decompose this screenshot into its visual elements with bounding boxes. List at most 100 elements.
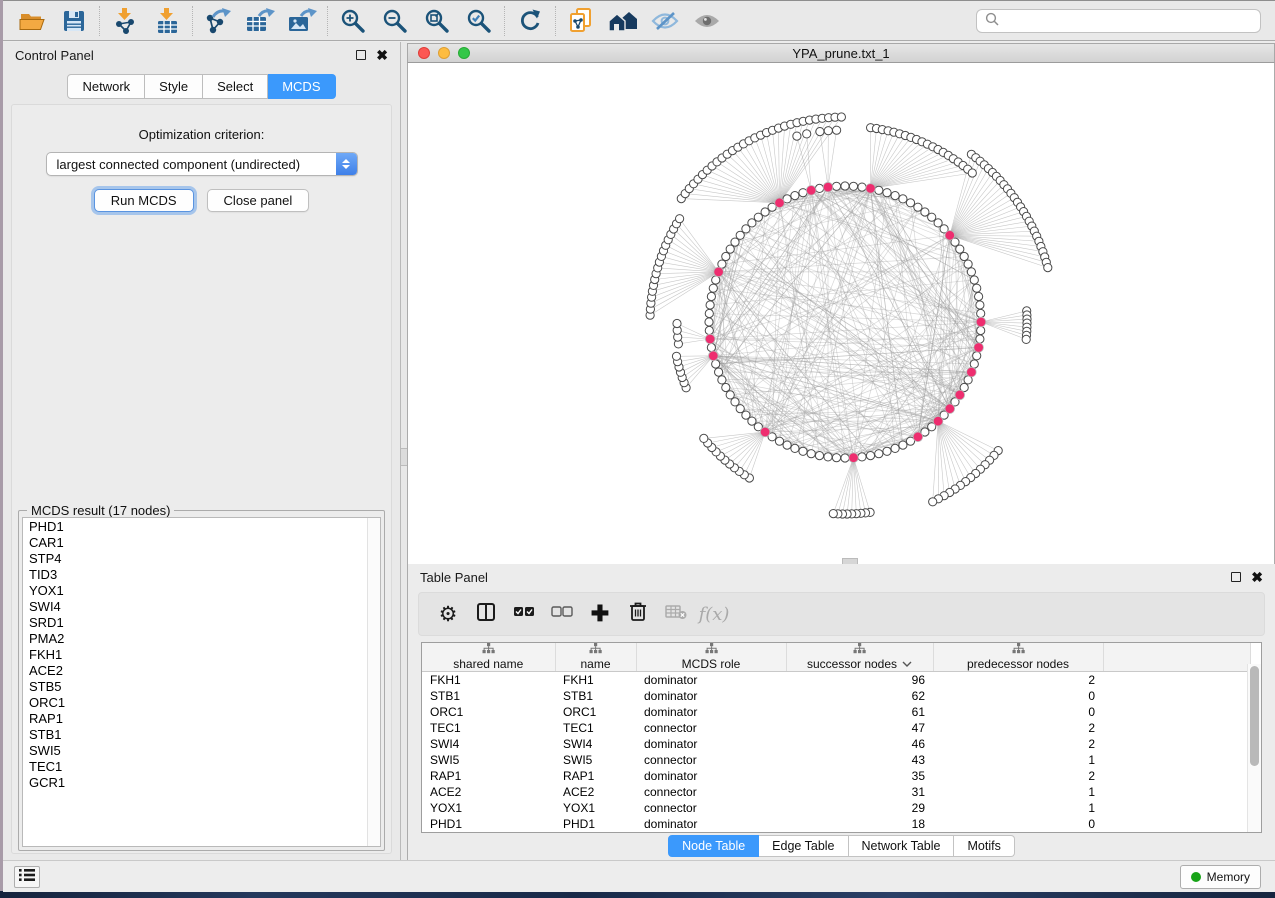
show-all-button[interactable] bbox=[686, 4, 728, 38]
table-row[interactable]: ORC1ORC1dominator610 bbox=[422, 704, 1251, 720]
mcds-result-list[interactable]: PHD1CAR1STP4TID3YOX1SWI4SRD1PMA2FKH1ACE2… bbox=[22, 517, 381, 847]
list-scrollbar[interactable] bbox=[367, 518, 380, 846]
toolbar-separator bbox=[555, 6, 556, 36]
list-item[interactable]: STP4 bbox=[23, 550, 380, 566]
list-item[interactable]: TID3 bbox=[23, 566, 380, 582]
task-history-button[interactable] bbox=[14, 866, 40, 888]
column-type-icon bbox=[589, 643, 602, 654]
table-row[interactable]: SWI5SWI5connector431 bbox=[422, 752, 1251, 768]
list-item[interactable]: GCR1 bbox=[23, 774, 380, 790]
cell-successors: 47 bbox=[786, 720, 933, 736]
tab-edge-table[interactable]: Edge Table bbox=[759, 835, 848, 857]
list-item[interactable]: STB1 bbox=[23, 726, 380, 742]
close-panel-icon[interactable]: ✖ bbox=[376, 48, 388, 62]
network-window: YPA_prune.txt_1 bbox=[407, 43, 1275, 564]
horizontal-splitter-grip[interactable] bbox=[842, 558, 858, 564]
list-item[interactable]: SRD1 bbox=[23, 614, 380, 630]
refresh-icon bbox=[517, 8, 543, 34]
column-header-name[interactable]: name bbox=[555, 643, 636, 672]
search-icon bbox=[985, 12, 999, 31]
list-item[interactable]: ACE2 bbox=[23, 662, 380, 678]
table-row[interactable]: PHD1PHD1dominator180 bbox=[422, 816, 1251, 832]
table-row[interactable]: FKH1FKH1dominator962 bbox=[422, 672, 1251, 688]
table-toolbar: ⚙ ✚ bbox=[418, 592, 1265, 636]
search-input[interactable] bbox=[1005, 14, 1252, 28]
cell-shared_name: ORC1 bbox=[422, 704, 555, 720]
zoom-selected-button[interactable] bbox=[458, 4, 500, 38]
list-item[interactable]: STB5 bbox=[23, 678, 380, 694]
table-row[interactable]: TEC1TEC1connector472 bbox=[422, 720, 1251, 736]
zoom-fit-button[interactable] bbox=[416, 4, 458, 38]
cell-role: connector bbox=[636, 752, 786, 768]
zoom-in-button[interactable] bbox=[332, 4, 374, 38]
table-row[interactable]: ACE2ACE2connector311 bbox=[422, 784, 1251, 800]
table-settings-button[interactable]: ⚙ bbox=[433, 599, 463, 629]
cell-predecessors: 0 bbox=[933, 704, 1103, 720]
table-scrollbar[interactable] bbox=[1247, 664, 1261, 832]
table-row[interactable]: SWI4SWI4dominator462 bbox=[422, 736, 1251, 752]
deselect-all-button[interactable] bbox=[547, 599, 577, 629]
export-image-button[interactable] bbox=[281, 4, 323, 38]
export-table-button[interactable] bbox=[239, 4, 281, 38]
table-row[interactable]: RAP1RAP1dominator352 bbox=[422, 768, 1251, 784]
network-titlebar[interactable]: YPA_prune.txt_1 bbox=[407, 43, 1275, 63]
cell-role: dominator bbox=[636, 688, 786, 704]
zoom-out-button[interactable] bbox=[374, 4, 416, 38]
column-header-successor-nodes[interactable]: successor nodes bbox=[786, 643, 933, 672]
import-network-button[interactable] bbox=[104, 4, 146, 38]
add-column-button[interactable]: ✚ bbox=[585, 599, 615, 629]
cell-shared_name: RAP1 bbox=[422, 768, 555, 784]
list-item[interactable]: CAR1 bbox=[23, 534, 380, 550]
first-neighbors-button[interactable] bbox=[602, 4, 644, 38]
open-session-button[interactable] bbox=[11, 4, 53, 38]
scrollbar-thumb[interactable] bbox=[1250, 666, 1259, 766]
tab-node-table[interactable]: Node Table bbox=[668, 835, 759, 857]
cell-shared_name: ACE2 bbox=[422, 784, 555, 800]
tab-motifs[interactable]: Motifs bbox=[954, 835, 1014, 857]
cell-shared_name: SWI4 bbox=[422, 736, 555, 752]
close-panel-button[interactable]: Close panel bbox=[207, 189, 310, 212]
close-table-panel-icon[interactable]: ✖ bbox=[1251, 570, 1263, 584]
import-table-button[interactable] bbox=[146, 4, 188, 38]
list-item[interactable]: SWI5 bbox=[23, 742, 380, 758]
tab-style[interactable]: Style bbox=[145, 74, 203, 99]
column-label: predecessor nodes bbox=[967, 657, 1069, 671]
zoom-fit-icon bbox=[424, 8, 450, 34]
cell-name: RAP1 bbox=[555, 768, 636, 784]
delete-column-button[interactable] bbox=[623, 599, 653, 629]
list-item[interactable]: ORC1 bbox=[23, 694, 380, 710]
column-header-predecessor-nodes[interactable]: predecessor nodes bbox=[933, 643, 1103, 672]
run-mcds-button[interactable]: Run MCDS bbox=[94, 189, 194, 212]
tab-network[interactable]: Network bbox=[67, 74, 145, 99]
clone-network-button[interactable] bbox=[560, 4, 602, 38]
list-item[interactable]: PMA2 bbox=[23, 630, 380, 646]
column-header-MCDS-role[interactable]: MCDS role bbox=[636, 643, 786, 672]
tab-network-table[interactable]: Network Table bbox=[849, 835, 955, 857]
list-item[interactable]: TEC1 bbox=[23, 758, 380, 774]
float-table-panel-icon[interactable] bbox=[1231, 572, 1241, 582]
list-item[interactable]: PHD1 bbox=[23, 518, 380, 534]
save-session-button[interactable] bbox=[53, 4, 95, 38]
table-row[interactable]: STB1STB1dominator620 bbox=[422, 688, 1251, 704]
show-columns-button[interactable] bbox=[471, 599, 501, 629]
table-row[interactable]: YOX1YOX1connector291 bbox=[422, 800, 1251, 816]
column-header-shared-name[interactable]: shared name bbox=[422, 643, 555, 672]
refresh-view-button[interactable] bbox=[509, 4, 551, 38]
memory-button[interactable]: Memory bbox=[1180, 865, 1261, 889]
tab-mcds[interactable]: MCDS bbox=[268, 74, 335, 99]
hide-selected-button[interactable] bbox=[644, 4, 686, 38]
list-item[interactable]: FKH1 bbox=[23, 646, 380, 662]
list-item[interactable]: RAP1 bbox=[23, 710, 380, 726]
optimization-criterion-select[interactable]: largest connected component (undirected) bbox=[46, 152, 358, 176]
node-table: shared namenameMCDS rolesuccessor nodes p… bbox=[421, 642, 1262, 833]
network-canvas[interactable] bbox=[407, 63, 1275, 564]
float-panel-icon[interactable] bbox=[356, 50, 366, 60]
delete-table-button[interactable] bbox=[661, 599, 691, 629]
list-item[interactable]: YOX1 bbox=[23, 582, 380, 598]
select-all-button[interactable] bbox=[509, 599, 539, 629]
export-network-button[interactable] bbox=[197, 4, 239, 38]
cell-name: ORC1 bbox=[555, 704, 636, 720]
list-item[interactable]: SWI4 bbox=[23, 598, 380, 614]
tab-select[interactable]: Select bbox=[203, 74, 268, 99]
function-builder-button[interactable]: f(x) bbox=[699, 599, 729, 629]
